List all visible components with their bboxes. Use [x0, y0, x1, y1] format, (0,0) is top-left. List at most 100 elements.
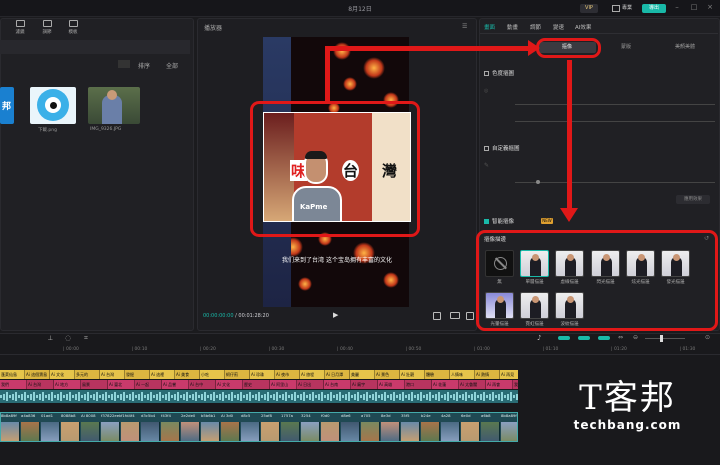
text-clip[interactable]: Ai 這個寶島: [25, 370, 50, 379]
video-clip-frame[interactable]: [481, 422, 500, 441]
zoom-handle[interactable]: [660, 335, 663, 342]
maximize-icon[interactable]: □: [688, 3, 700, 11]
smart-cutout-checkbox[interactable]: [484, 219, 489, 224]
text-clip[interactable]: Ai 廟宇: [351, 380, 378, 389]
tab-animation[interactable]: 動畫: [507, 23, 518, 31]
brush-size-slider[interactable]: [515, 182, 715, 183]
brush-icon[interactable]: ✎: [484, 162, 489, 169]
video-clip-frame[interactable]: [501, 422, 517, 441]
video-clip-frame[interactable]: [441, 422, 460, 441]
section-smart-cutout[interactable]: 智能摳像: [484, 217, 514, 225]
vip-badge[interactable]: VIP: [580, 4, 598, 13]
subtab-mask[interactable]: 蒙版: [597, 42, 655, 53]
text-clip[interactable]: 蚵仔煎: [225, 370, 250, 379]
freeze-icon[interactable]: ◌: [65, 334, 71, 342]
shadow-slider[interactable]: [515, 121, 715, 122]
video-clip-frame[interactable]: [381, 422, 400, 441]
text-clip[interactable]: Ai 台灣: [100, 370, 125, 379]
picker-icon[interactable]: ◎: [484, 88, 488, 94]
text-track-1[interactable]: 蓬萊仙島 Ai 這個寶島 Ai 文化 多元的 Ai 台灣 發掘 Ai 這裡 Ai 美食 小吃 蚵仔…: [0, 370, 518, 379]
video-clip-frame[interactable]: [1, 422, 20, 441]
text-clip[interactable]: Ai 熱情: [475, 370, 500, 379]
view-grid-icon[interactable]: [118, 60, 130, 68]
text-clip[interactable]: Ai 旅程: [300, 370, 325, 379]
text-clip[interactable]: Ai 一起: [135, 380, 162, 389]
text-clip[interactable]: 港口: [405, 380, 432, 389]
sort-button[interactable]: 排序: [138, 61, 150, 70]
text-clip[interactable]: Ai 日月潭: [325, 370, 350, 379]
video-clip-frame[interactable]: [121, 422, 140, 441]
video-clip-frame[interactable]: [141, 422, 160, 441]
video-clip-frame[interactable]: [161, 422, 180, 441]
video-clip-frame[interactable]: [201, 422, 220, 441]
text-clip[interactable]: 我們: [0, 380, 27, 389]
project-label[interactable]: 專業: [622, 4, 632, 13]
text-clip[interactable]: Ai 花蓮: [432, 380, 459, 389]
media-thumb-1[interactable]: 邦: [0, 87, 14, 124]
video-clip-frame[interactable]: [221, 422, 240, 441]
text-clip[interactable]: 人情味: [450, 370, 475, 379]
audio-track[interactable]: [0, 390, 518, 403]
chroma-checkbox[interactable]: [484, 71, 489, 76]
text-clip[interactable]: Ai 台中: [189, 380, 216, 389]
video-clip-frame[interactable]: [301, 422, 320, 441]
text-clip[interactable]: Ai 夜市: [275, 370, 300, 379]
text-clip[interactable]: Ai 臺北: [108, 380, 135, 389]
video-clip-frame[interactable]: [21, 422, 40, 441]
tab-adjust[interactable]: 調節: [530, 23, 541, 31]
play-button[interactable]: ▶: [333, 311, 338, 319]
fit-screen-icon[interactable]: [433, 312, 441, 320]
media-thumb-2[interactable]: [30, 87, 76, 124]
video-clip-frame[interactable]: [41, 422, 60, 441]
text-clip[interactable]: Ai 地方: [54, 380, 81, 389]
video-clip-frame[interactable]: [81, 422, 100, 441]
text-track-2[interactable]: 我們 Ai 台灣 Ai 地方 風景 Ai 臺北 Ai 一起 Ai 品嘗 Ai 台中 Ai 文化歷…: [0, 380, 518, 389]
text-clip[interactable]: 小吃: [200, 370, 225, 379]
video-clip-frame[interactable]: [101, 422, 120, 441]
video-clip-frame[interactable]: [261, 422, 280, 441]
text-clip[interactable]: 風景: [81, 380, 108, 389]
fullscreen-icon[interactable]: [466, 312, 474, 320]
close-icon[interactable]: ×: [704, 3, 716, 11]
text-clip[interactable]: Ai 太魯閣: [459, 380, 486, 389]
video-clip-frame[interactable]: [421, 422, 440, 441]
text-clip[interactable]: Ai 這裡: [150, 370, 175, 379]
tab-ai-effects[interactable]: AI效果: [575, 23, 591, 31]
media-tool-filter[interactable]: 濾鏡: [8, 20, 32, 35]
minimize-icon[interactable]: –: [671, 3, 683, 11]
player-menu-icon[interactable]: ☰: [462, 23, 467, 30]
section-chroma-key[interactable]: 色度摳圖: [484, 69, 514, 77]
crop-icon[interactable]: ⌗: [84, 334, 88, 343]
section-custom-key[interactable]: 自定義摳圖: [484, 144, 520, 152]
media-tool-adjust[interactable]: 調節: [35, 20, 59, 35]
text-clip[interactable]: 體驗: [425, 370, 450, 379]
video-clip-frame[interactable]: [61, 422, 80, 441]
video-track[interactable]: 8b8a89f a4a836 01ad1 8088b8 Ai 8008 f37822eeb…: [0, 412, 518, 442]
text-clip[interactable]: 歷史: [243, 380, 270, 389]
apply-effect-button[interactable]: 應用效果: [676, 195, 710, 204]
text-clip[interactable]: Ai 文化: [216, 380, 243, 389]
media-tool-template[interactable]: 模板: [61, 20, 85, 35]
filter-all-button[interactable]: 全部: [166, 61, 178, 70]
preview-axis-icon[interactable]: [598, 336, 610, 340]
subtab-beauty[interactable]: 美顏美體: [656, 42, 714, 53]
text-clip[interactable]: Ai 台灣: [27, 380, 54, 389]
text-clip[interactable]: 蓬萊仙島: [0, 370, 25, 379]
text-clip[interactable]: 多元的: [75, 370, 100, 379]
text-clip[interactable]: Ai 台南: [324, 380, 351, 389]
text-clip[interactable]: 美麗: [350, 370, 375, 379]
text-clip[interactable]: Ai 文化: [50, 370, 75, 379]
tab-speed[interactable]: 變速: [553, 23, 564, 31]
zoom-out-icon[interactable]: ⊖: [633, 334, 638, 341]
text-clip[interactable]: Ai 壯觀: [400, 370, 425, 379]
video-clip-frame[interactable]: [281, 422, 300, 441]
text-clip[interactable]: Ai 珍珠: [250, 370, 275, 379]
video-clip-frame[interactable]: [321, 422, 340, 441]
video-clip-frame[interactable]: [241, 422, 260, 441]
text-clip[interactable]: Ai 景色: [375, 370, 400, 379]
link-main-icon[interactable]: [558, 336, 570, 340]
ratio-icon[interactable]: [450, 312, 460, 319]
video-clip-frame[interactable]: [401, 422, 420, 441]
split-icon[interactable]: ⟂: [48, 334, 53, 343]
microphone-icon[interactable]: ♪: [537, 334, 541, 342]
